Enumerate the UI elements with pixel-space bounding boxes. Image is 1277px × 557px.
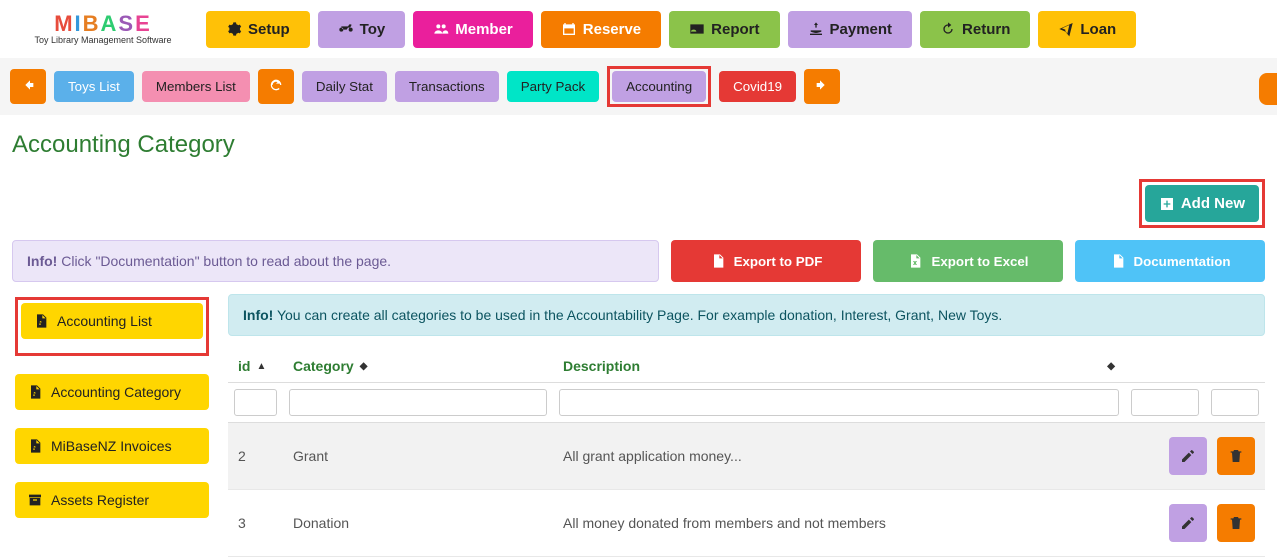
arrow-right-icon <box>814 77 830 93</box>
donate-icon <box>808 21 824 37</box>
users-icon <box>433 21 449 37</box>
subnav-members-list[interactable]: Members List <box>142 71 250 102</box>
subnav-transactions[interactable]: Transactions <box>395 71 499 102</box>
subnav-toys-list[interactable]: Toys List <box>54 71 134 102</box>
sort-asc-icon: ▲ <box>256 361 266 372</box>
info-panel: Info! Click "Documentation" button to re… <box>12 240 659 282</box>
trash-icon <box>1228 515 1244 531</box>
sidebar-assets-register[interactable]: Assets Register <box>15 482 209 518</box>
nav-toy[interactable]: Toy <box>318 11 406 48</box>
edit-button[interactable] <box>1169 504 1207 542</box>
file-invoice-dollar-icon <box>27 438 43 454</box>
col-id[interactable]: id▲ <box>228 350 283 383</box>
app-logo: MIBASE Toy Library Management Software <box>8 8 198 50</box>
sync-icon <box>268 77 284 93</box>
subnav-daily-stat[interactable]: Daily Stat <box>302 71 387 102</box>
logo-subtitle: Toy Library Management Software <box>34 35 171 45</box>
cogs-icon <box>226 21 242 37</box>
file-excel-icon <box>907 253 923 269</box>
nav-loan[interactable]: Loan <box>1038 11 1136 48</box>
delete-button[interactable] <box>1217 437 1255 475</box>
paper-plane-icon <box>1058 21 1074 37</box>
add-new-button[interactable]: Add New <box>1145 185 1259 222</box>
nav-member[interactable]: Member <box>413 11 533 48</box>
calendar-icon <box>561 21 577 37</box>
filter-id[interactable] <box>234 389 277 416</box>
table-row: 2 Grant All grant application money... <box>228 423 1265 490</box>
edit-icon <box>1180 515 1196 531</box>
nav-setup[interactable]: Setup <box>206 11 310 48</box>
subnav-party-pack[interactable]: Party Pack <box>507 71 599 102</box>
delete-button[interactable] <box>1217 504 1255 542</box>
file-invoice-dollar-icon <box>33 313 49 329</box>
col-description[interactable]: Description◆ <box>553 350 1125 383</box>
file-pdf-icon <box>710 253 726 269</box>
edge-tab[interactable] <box>1259 73 1277 105</box>
subnav-refresh[interactable] <box>258 69 294 104</box>
sidebar-accounting-category[interactable]: Accounting Category <box>15 374 209 410</box>
archive-icon <box>27 492 43 508</box>
filter-category[interactable] <box>289 389 547 416</box>
sidebar-invoices[interactable]: MiBaseNZ Invoices <box>15 428 209 464</box>
highlight-add-new: Add New <box>1139 179 1265 228</box>
sidebar-accounting-list[interactable]: Accounting List <box>21 303 203 339</box>
info-panel-2: Info! You can create all categories to b… <box>228 294 1265 336</box>
edit-button[interactable] <box>1169 437 1207 475</box>
subnav-forward[interactable] <box>804 69 840 104</box>
highlight-accounting: Accounting <box>607 66 711 107</box>
file-alt-icon <box>1110 253 1126 269</box>
nav-report[interactable]: Report <box>669 11 779 48</box>
subnav-covid[interactable]: Covid19 <box>719 71 796 102</box>
nav-payment[interactable]: Payment <box>788 11 913 48</box>
subnav-back[interactable] <box>10 69 46 104</box>
arrow-left-icon <box>20 77 36 93</box>
motorcycle-icon <box>338 21 354 37</box>
subnav-accounting[interactable]: Accounting <box>612 71 706 102</box>
trash-icon <box>1228 448 1244 464</box>
id-card-icon <box>689 21 705 37</box>
sort-icon: ◆ <box>360 361 368 372</box>
filter-col4[interactable] <box>1131 389 1199 416</box>
documentation-button[interactable]: Documentation <box>1075 240 1265 282</box>
table-row: 3 Donation All money donated from member… <box>228 490 1265 557</box>
edit-icon <box>1180 448 1196 464</box>
export-pdf-button[interactable]: Export to PDF <box>671 240 861 282</box>
nav-return[interactable]: Return <box>920 11 1030 48</box>
plus-square-icon <box>1159 196 1175 212</box>
filter-description[interactable] <box>559 389 1119 416</box>
file-invoice-dollar-icon <box>27 384 43 400</box>
highlight-accounting-list: Accounting List <box>15 297 209 356</box>
filter-col5[interactable] <box>1211 389 1259 416</box>
nav-reserve[interactable]: Reserve <box>541 11 661 48</box>
sort-icon: ◆ <box>1107 361 1115 372</box>
categories-table: id▲ Category◆ Description◆ 2 Gran <box>228 350 1265 557</box>
page-title: Accounting Category <box>12 131 1265 159</box>
undo-icon <box>940 21 956 37</box>
col-category[interactable]: Category◆ <box>283 350 553 383</box>
export-excel-button[interactable]: Export to Excel <box>873 240 1063 282</box>
